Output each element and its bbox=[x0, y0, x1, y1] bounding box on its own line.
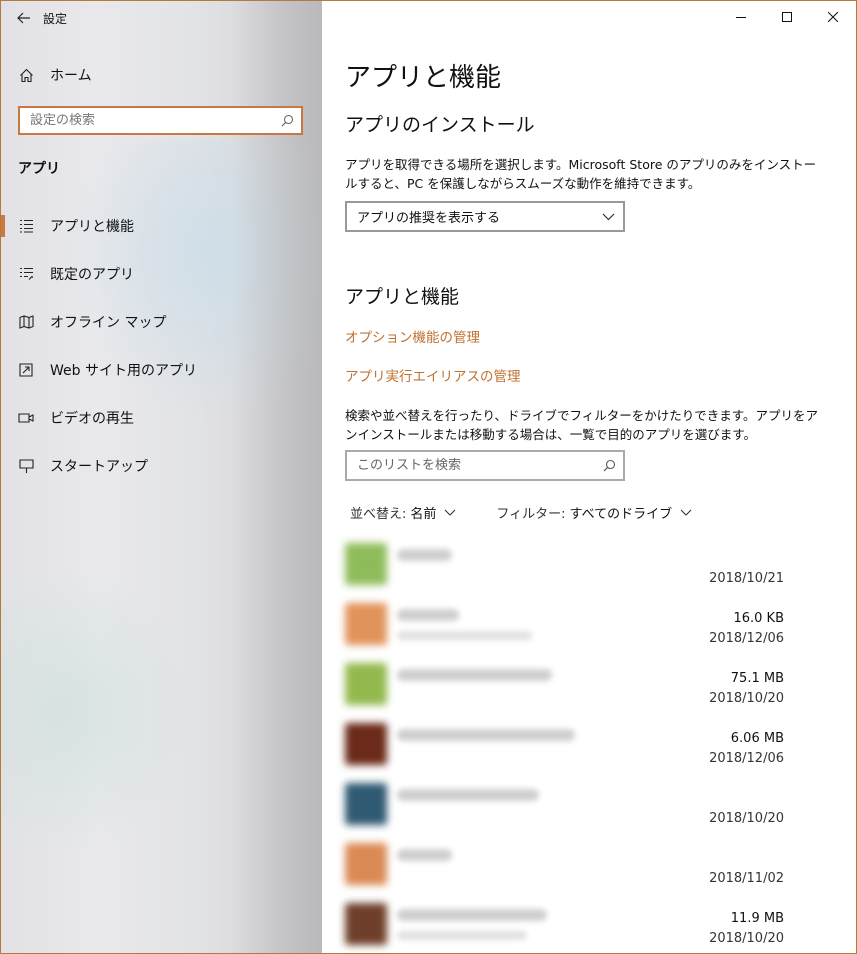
search-icon[interactable] bbox=[595, 459, 623, 472]
sidebar-item-video-playback[interactable]: ビデオの再生 bbox=[1, 394, 322, 442]
sort-dropdown[interactable]: 並べ替え: 名前 bbox=[350, 503, 456, 522]
section-label-apps: アプリ bbox=[18, 161, 60, 177]
sort-value: 名前 bbox=[410, 507, 437, 522]
app-icon bbox=[345, 543, 387, 585]
install-description: アプリを取得できる場所を選択します。Microsoft Store のアプリのみ… bbox=[345, 157, 817, 191]
app-size: 16.0 KB bbox=[733, 611, 784, 626]
manage-app-execution-aliases-link[interactable]: アプリ実行エイリアスの管理 bbox=[345, 365, 521, 385]
search-icon[interactable] bbox=[273, 114, 301, 127]
sidebar-item-apps-for-websites[interactable]: Web サイト用のアプリ bbox=[1, 346, 322, 394]
title-bar: 設定 bbox=[1, 1, 322, 35]
sidebar: 設定 ホーム アプリ アプリと機能 bbox=[1, 1, 322, 953]
sidebar-item-label: オフライン マップ bbox=[50, 315, 167, 331]
filter-dropdown[interactable]: フィルター: すべてのドライブ bbox=[496, 503, 692, 522]
install-heading: アプリのインストール bbox=[345, 114, 535, 136]
sidebar-item-label: スタートアップ bbox=[50, 459, 148, 475]
app-install-date: 2018/12/06 bbox=[709, 631, 784, 646]
home-label: ホーム bbox=[50, 68, 92, 84]
caption-buttons bbox=[718, 1, 856, 33]
app-install-date: 2018/12/06 bbox=[709, 751, 784, 766]
sidebar-item-label: ビデオの再生 bbox=[50, 411, 134, 427]
app-icon bbox=[345, 843, 387, 885]
app-icon bbox=[345, 903, 387, 945]
app-install-date: 2018/11/02 bbox=[709, 871, 784, 886]
minimize-icon bbox=[736, 17, 746, 18]
app-icon bbox=[345, 783, 387, 825]
apps-for-websites-icon bbox=[18, 362, 34, 378]
home-icon bbox=[18, 67, 34, 83]
sidebar-item-label: アプリと機能 bbox=[50, 219, 134, 235]
app-list: 2018/10/21 16.0 KB 2018/12/06 75.1 MB 20… bbox=[345, 541, 790, 953]
offline-maps-icon bbox=[18, 314, 34, 330]
startup-icon bbox=[18, 458, 34, 474]
app-name-blurred bbox=[397, 609, 459, 621]
app-install-date: 2018/10/20 bbox=[709, 811, 784, 826]
app-size: 75.1 MB bbox=[730, 671, 784, 686]
apps-description: 検索や並べ替えを行ったり、ドライブでフィルターをかけたりできます。アプリをアンイ… bbox=[345, 408, 819, 442]
manage-optional-features-link[interactable]: オプション機能の管理 bbox=[345, 326, 480, 346]
filter-label: フィルター: bbox=[496, 507, 566, 522]
settings-window: 設定 ホーム アプリ アプリと機能 bbox=[0, 0, 857, 954]
apps-features-icon bbox=[18, 218, 34, 234]
sidebar-item-offline-maps[interactable]: オフライン マップ bbox=[1, 298, 322, 346]
window-title: 設定 bbox=[43, 11, 68, 26]
close-button[interactable] bbox=[810, 1, 856, 33]
video-playback-icon bbox=[18, 410, 34, 426]
app-list-search-input[interactable] bbox=[347, 458, 595, 473]
app-list-item[interactable]: 16.0 KB 2018/12/06 bbox=[345, 601, 790, 661]
app-icon bbox=[345, 603, 387, 645]
sidebar-item-startup[interactable]: スタートアップ bbox=[1, 442, 322, 490]
app-name-blurred bbox=[397, 669, 552, 681]
settings-search-box[interactable] bbox=[18, 106, 303, 135]
sidebar-nav: アプリと機能 既定のアプリ オフライン マップ Web サイト用のアプリ ビデオ… bbox=[1, 202, 322, 490]
sidebar-item-label: Web サイト用のアプリ bbox=[50, 363, 197, 379]
sidebar-item-apps-features[interactable]: アプリと機能 bbox=[1, 202, 322, 250]
default-apps-icon bbox=[18, 266, 34, 282]
app-install-date: 2018/10/20 bbox=[709, 691, 784, 706]
settings-search-input[interactable] bbox=[20, 113, 273, 128]
app-name-blurred bbox=[397, 549, 452, 561]
app-name-blurred bbox=[397, 789, 539, 801]
app-size: 11.9 MB bbox=[730, 911, 784, 926]
back-button[interactable] bbox=[1, 1, 47, 35]
app-list-item[interactable]: 11.9 MB 2018/10/20 bbox=[345, 901, 790, 953]
chevron-down-icon bbox=[445, 509, 456, 516]
app-list-item[interactable]: 2018/11/02 bbox=[345, 841, 790, 901]
filter-value: すべてのドライブ bbox=[569, 507, 673, 522]
app-publisher-blurred bbox=[397, 631, 532, 640]
app-name-blurred bbox=[397, 849, 452, 861]
home-nav-item[interactable]: ホーム bbox=[1, 57, 322, 93]
close-icon bbox=[828, 12, 838, 22]
sort-filter-row: 並べ替え: 名前 フィルター: すべてのドライブ bbox=[350, 503, 732, 522]
app-list-item[interactable]: 2018/10/20 bbox=[345, 781, 790, 841]
app-list-item[interactable]: 6.06 MB 2018/12/06 bbox=[345, 721, 790, 781]
install-source-value: アプリの推奨を表示する bbox=[357, 211, 501, 226]
app-install-date: 2018/10/20 bbox=[709, 931, 784, 946]
app-icon bbox=[345, 663, 387, 705]
app-list-search-box[interactable] bbox=[345, 450, 625, 481]
back-arrow-icon bbox=[17, 12, 30, 24]
app-name-blurred bbox=[397, 729, 575, 741]
app-list-item[interactable]: 75.1 MB 2018/10/20 bbox=[345, 661, 790, 721]
apps-features-heading: アプリと機能 bbox=[345, 286, 460, 308]
maximize-icon bbox=[782, 12, 792, 22]
app-name-blurred bbox=[397, 909, 547, 921]
sort-label: 並べ替え: bbox=[350, 507, 407, 522]
app-list-item[interactable]: 2018/10/21 bbox=[345, 541, 790, 601]
install-source-dropdown[interactable]: アプリの推奨を表示する bbox=[345, 201, 625, 232]
app-install-date: 2018/10/21 bbox=[709, 571, 784, 586]
app-size: 6.06 MB bbox=[730, 731, 784, 746]
sidebar-item-default-apps[interactable]: 既定のアプリ bbox=[1, 250, 322, 298]
chevron-down-icon bbox=[602, 213, 615, 220]
page-title: アプリと機能 bbox=[345, 63, 502, 93]
chevron-down-icon bbox=[680, 509, 692, 516]
minimize-button[interactable] bbox=[718, 1, 764, 33]
app-icon bbox=[345, 723, 387, 765]
sidebar-item-label: 既定のアプリ bbox=[50, 267, 134, 283]
maximize-button[interactable] bbox=[764, 1, 810, 33]
app-publisher-blurred bbox=[397, 931, 527, 940]
